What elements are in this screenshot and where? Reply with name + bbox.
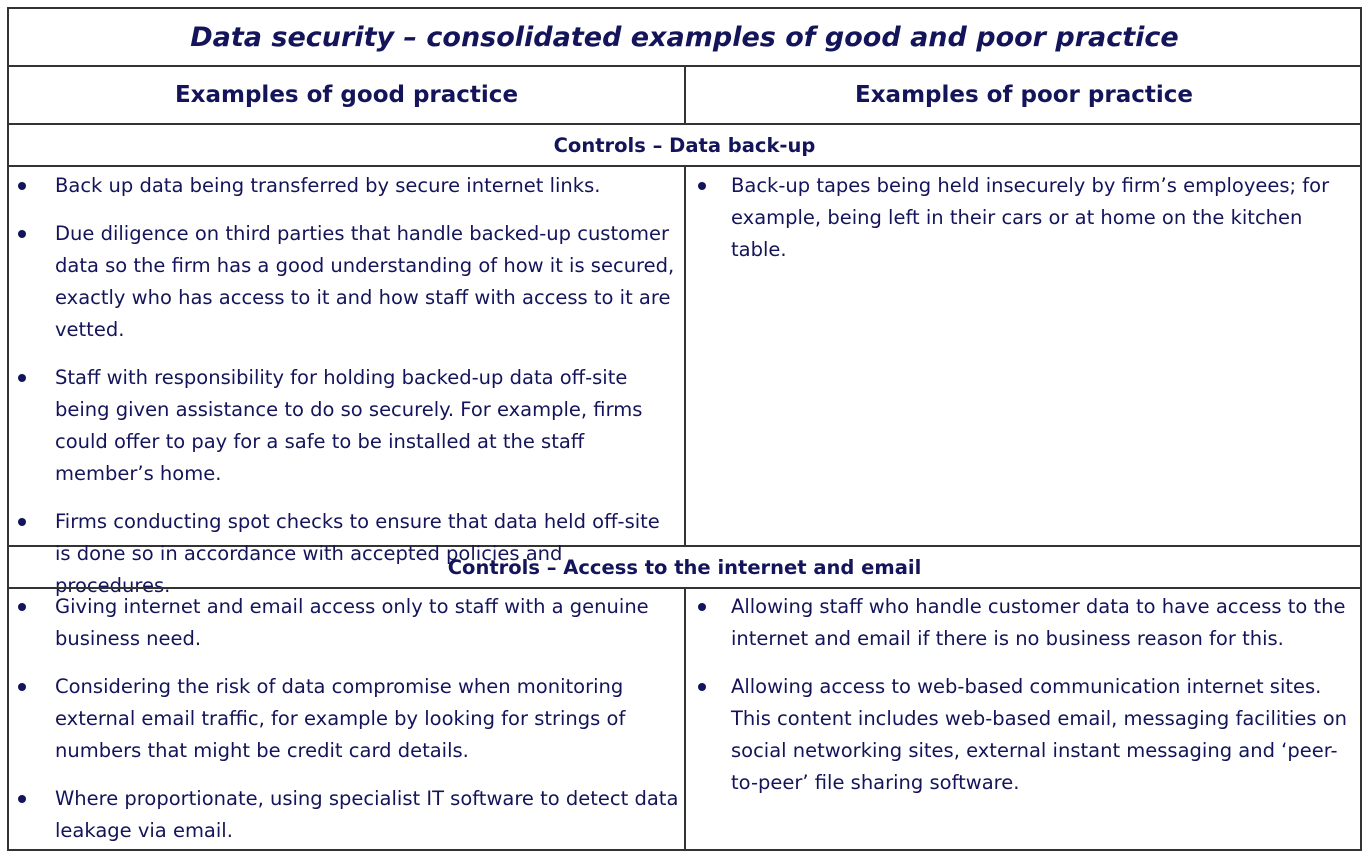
list-item: Allowing staff who handle customer data …: [686, 591, 1362, 655]
list-item-text: Due diligence on third parties that hand…: [55, 222, 675, 341]
section-title-data-backup: Controls – Data back-up: [9, 125, 1360, 167]
bullet-icon: [698, 182, 706, 190]
list-item: Considering the risk of data compromise …: [9, 671, 684, 767]
bullet-icon: [698, 683, 706, 691]
list-item-text: Back up data being transferred by secure…: [55, 174, 601, 197]
list-item-text: Considering the risk of data compromise …: [55, 675, 626, 762]
list-item: Back-up tapes being held insecurely by f…: [686, 170, 1362, 266]
list-item: Where proportionate, using specialist IT…: [9, 783, 684, 847]
backup-poor-list: Back-up tapes being held insecurely by f…: [686, 170, 1362, 266]
list-item-text: Giving internet and email access only to…: [55, 595, 649, 650]
bullet-icon: [18, 603, 26, 611]
bullet-icon: [18, 683, 26, 691]
backup-good-list: Back up data being transferred by secure…: [9, 170, 684, 602]
good-practice-header: Examples of good practice: [9, 67, 686, 125]
list-item: Staff with responsibility for holding ba…: [9, 362, 684, 490]
internet-good-list: Giving internet and email access only to…: [9, 591, 684, 847]
list-item: Due diligence on third parties that hand…: [9, 218, 684, 346]
list-item-text: Where proportionate, using specialist IT…: [55, 787, 679, 842]
internet-good-practice-cell: Giving internet and email access only to…: [9, 589, 686, 849]
list-item-text: Allowing staff who handle customer data …: [731, 595, 1346, 650]
bullet-icon: [18, 518, 26, 526]
practice-table: Data security – consolidated examples of…: [7, 7, 1362, 851]
backup-poor-practice-cell: Back-up tapes being held insecurely by f…: [686, 167, 1362, 547]
table-title: Data security – consolidated examples of…: [9, 9, 1360, 67]
internet-poor-list: Allowing staff who handle customer data …: [686, 591, 1362, 799]
list-item: Back up data being transferred by secure…: [9, 170, 684, 202]
bullet-icon: [18, 182, 26, 190]
backup-good-practice-cell: Back up data being transferred by secure…: [9, 167, 686, 597]
list-item-text: Back-up tapes being held insecurely by f…: [731, 174, 1330, 261]
list-item: Giving internet and email access only to…: [9, 591, 684, 655]
list-item-text: Allowing access to web-based communicati…: [731, 675, 1347, 794]
internet-poor-practice-cell: Allowing staff who handle customer data …: [686, 589, 1362, 849]
bullet-icon: [698, 603, 706, 611]
section-title-internet-email: Controls – Access to the internet and em…: [9, 547, 1360, 589]
list-item: Allowing access to web-based communicati…: [686, 671, 1362, 799]
bullet-icon: [18, 374, 26, 382]
poor-practice-header: Examples of poor practice: [686, 67, 1362, 125]
list-item-text: Staff with responsibility for holding ba…: [55, 366, 643, 485]
bullet-icon: [18, 230, 26, 238]
bullet-icon: [18, 795, 26, 803]
